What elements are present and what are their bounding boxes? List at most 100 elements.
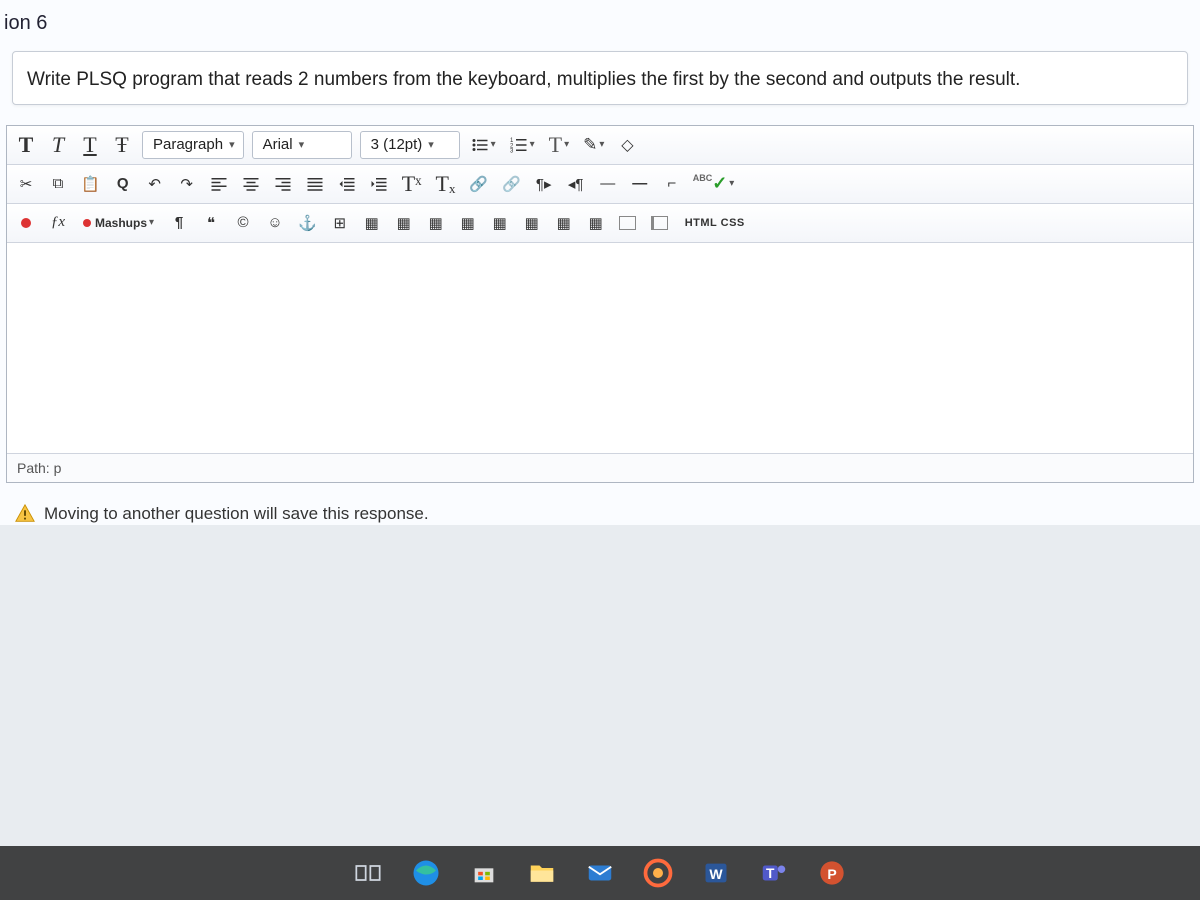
svg-text:T: T [766, 866, 775, 881]
align-center-icon [242, 175, 260, 193]
numbered-list-button[interactable]: 123 ▾ [505, 131, 540, 159]
pilcrow-left-icon: ◂¶ [568, 175, 584, 193]
insert-table-button[interactable]: ⊞ [326, 209, 354, 237]
redo-icon: ↷ [180, 175, 193, 193]
table-cell-icon: ▦ [397, 214, 411, 232]
col-after-icon: ▦ [557, 214, 571, 232]
remove-formatting-button[interactable]: ◇ [613, 131, 641, 159]
font-size-label: 3 (12pt) [371, 136, 423, 153]
delete-col-icon: ▦ [589, 214, 603, 232]
microsoft-store-button[interactable] [466, 855, 502, 891]
quote-icon: ❝ [207, 214, 215, 232]
mail-app-button[interactable] [582, 855, 618, 891]
paragraph-format-label: Paragraph [153, 136, 223, 153]
highlight-color-button[interactable]: ✎ ▾ [578, 131, 609, 159]
italic-button[interactable]: T [44, 131, 72, 159]
eraser-icon: ◇ [621, 135, 633, 155]
merge-cells-button[interactable] [614, 209, 642, 237]
bullet-list-button[interactable]: ▾ [466, 131, 501, 159]
split-cells-button[interactable] [646, 209, 674, 237]
powerpoint-app-button[interactable]: P [814, 855, 850, 891]
html-css-button[interactable]: HTML CSS [678, 209, 752, 237]
mashups-icon [83, 219, 91, 227]
font-family-select[interactable]: Arial ▾ [252, 131, 352, 159]
paragraph-format-select[interactable]: Paragraph ▾ [142, 131, 244, 159]
blockquote-button[interactable]: ❝ [197, 209, 225, 237]
indent-button[interactable] [365, 170, 393, 198]
insert-symbol-button[interactable]: © [229, 209, 257, 237]
emoticons-button[interactable]: ☺ [261, 209, 289, 237]
insert-row-after-button[interactable]: ▦ [454, 209, 482, 237]
insert-col-after-button[interactable]: ▦ [550, 209, 578, 237]
svg-text:W: W [709, 866, 723, 882]
align-right-button[interactable] [269, 170, 297, 198]
align-left-button[interactable] [205, 170, 233, 198]
mashups-label: Mashups [95, 216, 147, 230]
find-replace-button[interactable]: Q [109, 170, 137, 198]
edge-browser-button[interactable] [408, 855, 444, 891]
outdent-button[interactable] [333, 170, 361, 198]
pilcrow-icon: ¶ [175, 214, 183, 231]
mashups-button[interactable]: Mashups ▾ [76, 209, 161, 237]
insert-col-before-button[interactable]: ▦ [518, 209, 546, 237]
align-justify-button[interactable] [301, 170, 329, 198]
copy-button[interactable]: ⧉ [44, 170, 72, 198]
abc-label: ABC [693, 173, 713, 183]
show-blocks-button[interactable]: ¶ [165, 209, 193, 237]
teams-app-button[interactable]: T [756, 855, 792, 891]
line-bold-icon: — [632, 175, 647, 192]
font-size-select[interactable]: 3 (12pt) ▾ [360, 131, 460, 159]
editor-content-area[interactable] [7, 243, 1193, 453]
rtl-button[interactable]: ◂¶ [562, 170, 590, 198]
file-explorer-button[interactable] [524, 855, 560, 891]
align-center-button[interactable] [237, 170, 265, 198]
ltr-button[interactable]: ¶▸ [530, 170, 558, 198]
delete-row-button[interactable]: ▦ [486, 209, 514, 237]
delete-col-button[interactable]: ▦ [582, 209, 610, 237]
record-icon [21, 218, 31, 228]
hr-thick-button[interactable]: — [626, 170, 654, 198]
chevron-down-icon: ▾ [599, 139, 604, 150]
redo-button[interactable]: ↷ [173, 170, 201, 198]
math-fx-button[interactable]: ƒx [44, 209, 72, 237]
table-cell-props-button[interactable]: ▦ [390, 209, 418, 237]
editor-path-bar: Path: p [7, 453, 1193, 482]
svg-text:P: P [827, 866, 836, 882]
spellcheck-button[interactable]: ABC ✓ ▾ [690, 170, 738, 198]
align-justify-icon [306, 175, 324, 193]
underline-button[interactable]: T [76, 131, 104, 159]
bold-button[interactable]: T [12, 131, 40, 159]
anchor-button[interactable]: ⚓ [293, 209, 322, 237]
remove-link-button[interactable]: 🔗 [497, 170, 526, 198]
browser-button[interactable] [640, 855, 676, 891]
bullet-list-icon [471, 136, 489, 154]
cut-button[interactable]: ✂ [12, 170, 40, 198]
undo-button[interactable]: ↶ [141, 170, 169, 198]
strikethrough-button[interactable]: Ŧ [108, 131, 136, 159]
word-app-button[interactable]: W [698, 855, 734, 891]
insert-link-button[interactable]: 🔗 [464, 170, 493, 198]
superscript-button[interactable]: Tˣ [397, 170, 427, 198]
record-button[interactable] [12, 209, 40, 237]
chevron-down-icon: ▾ [491, 139, 496, 150]
nonbreaking-space-button[interactable]: ⌐ [658, 170, 686, 198]
align-left-icon [210, 175, 228, 193]
subscript-button[interactable]: Tₓ [431, 170, 461, 198]
hr-thin-button[interactable]: — [594, 170, 622, 198]
task-view-button[interactable] [350, 855, 386, 891]
copy-icon: ⧉ [53, 175, 64, 192]
copyright-icon: © [238, 214, 249, 231]
line-icon: — [600, 175, 615, 192]
split-icon [651, 216, 668, 230]
undo-icon: ↶ [148, 175, 161, 193]
text-color-button[interactable]: T ▾ [544, 131, 574, 159]
chevron-down-icon: ▾ [229, 138, 235, 151]
table-row-icon: ▦ [365, 214, 379, 232]
chevron-down-icon: ▾ [729, 178, 734, 189]
table-row-props-button[interactable]: ▦ [358, 209, 386, 237]
paste-button[interactable]: 📋 [76, 170, 105, 198]
rich-text-editor: T T T Ŧ Paragraph ▾ Arial ▾ 3 (12pt) ▾ ▾… [6, 125, 1194, 483]
autosave-warning: Moving to another question will save thi… [0, 483, 1200, 525]
anchor-icon: ⚓ [298, 214, 317, 232]
insert-row-before-button[interactable]: ▦ [422, 209, 450, 237]
